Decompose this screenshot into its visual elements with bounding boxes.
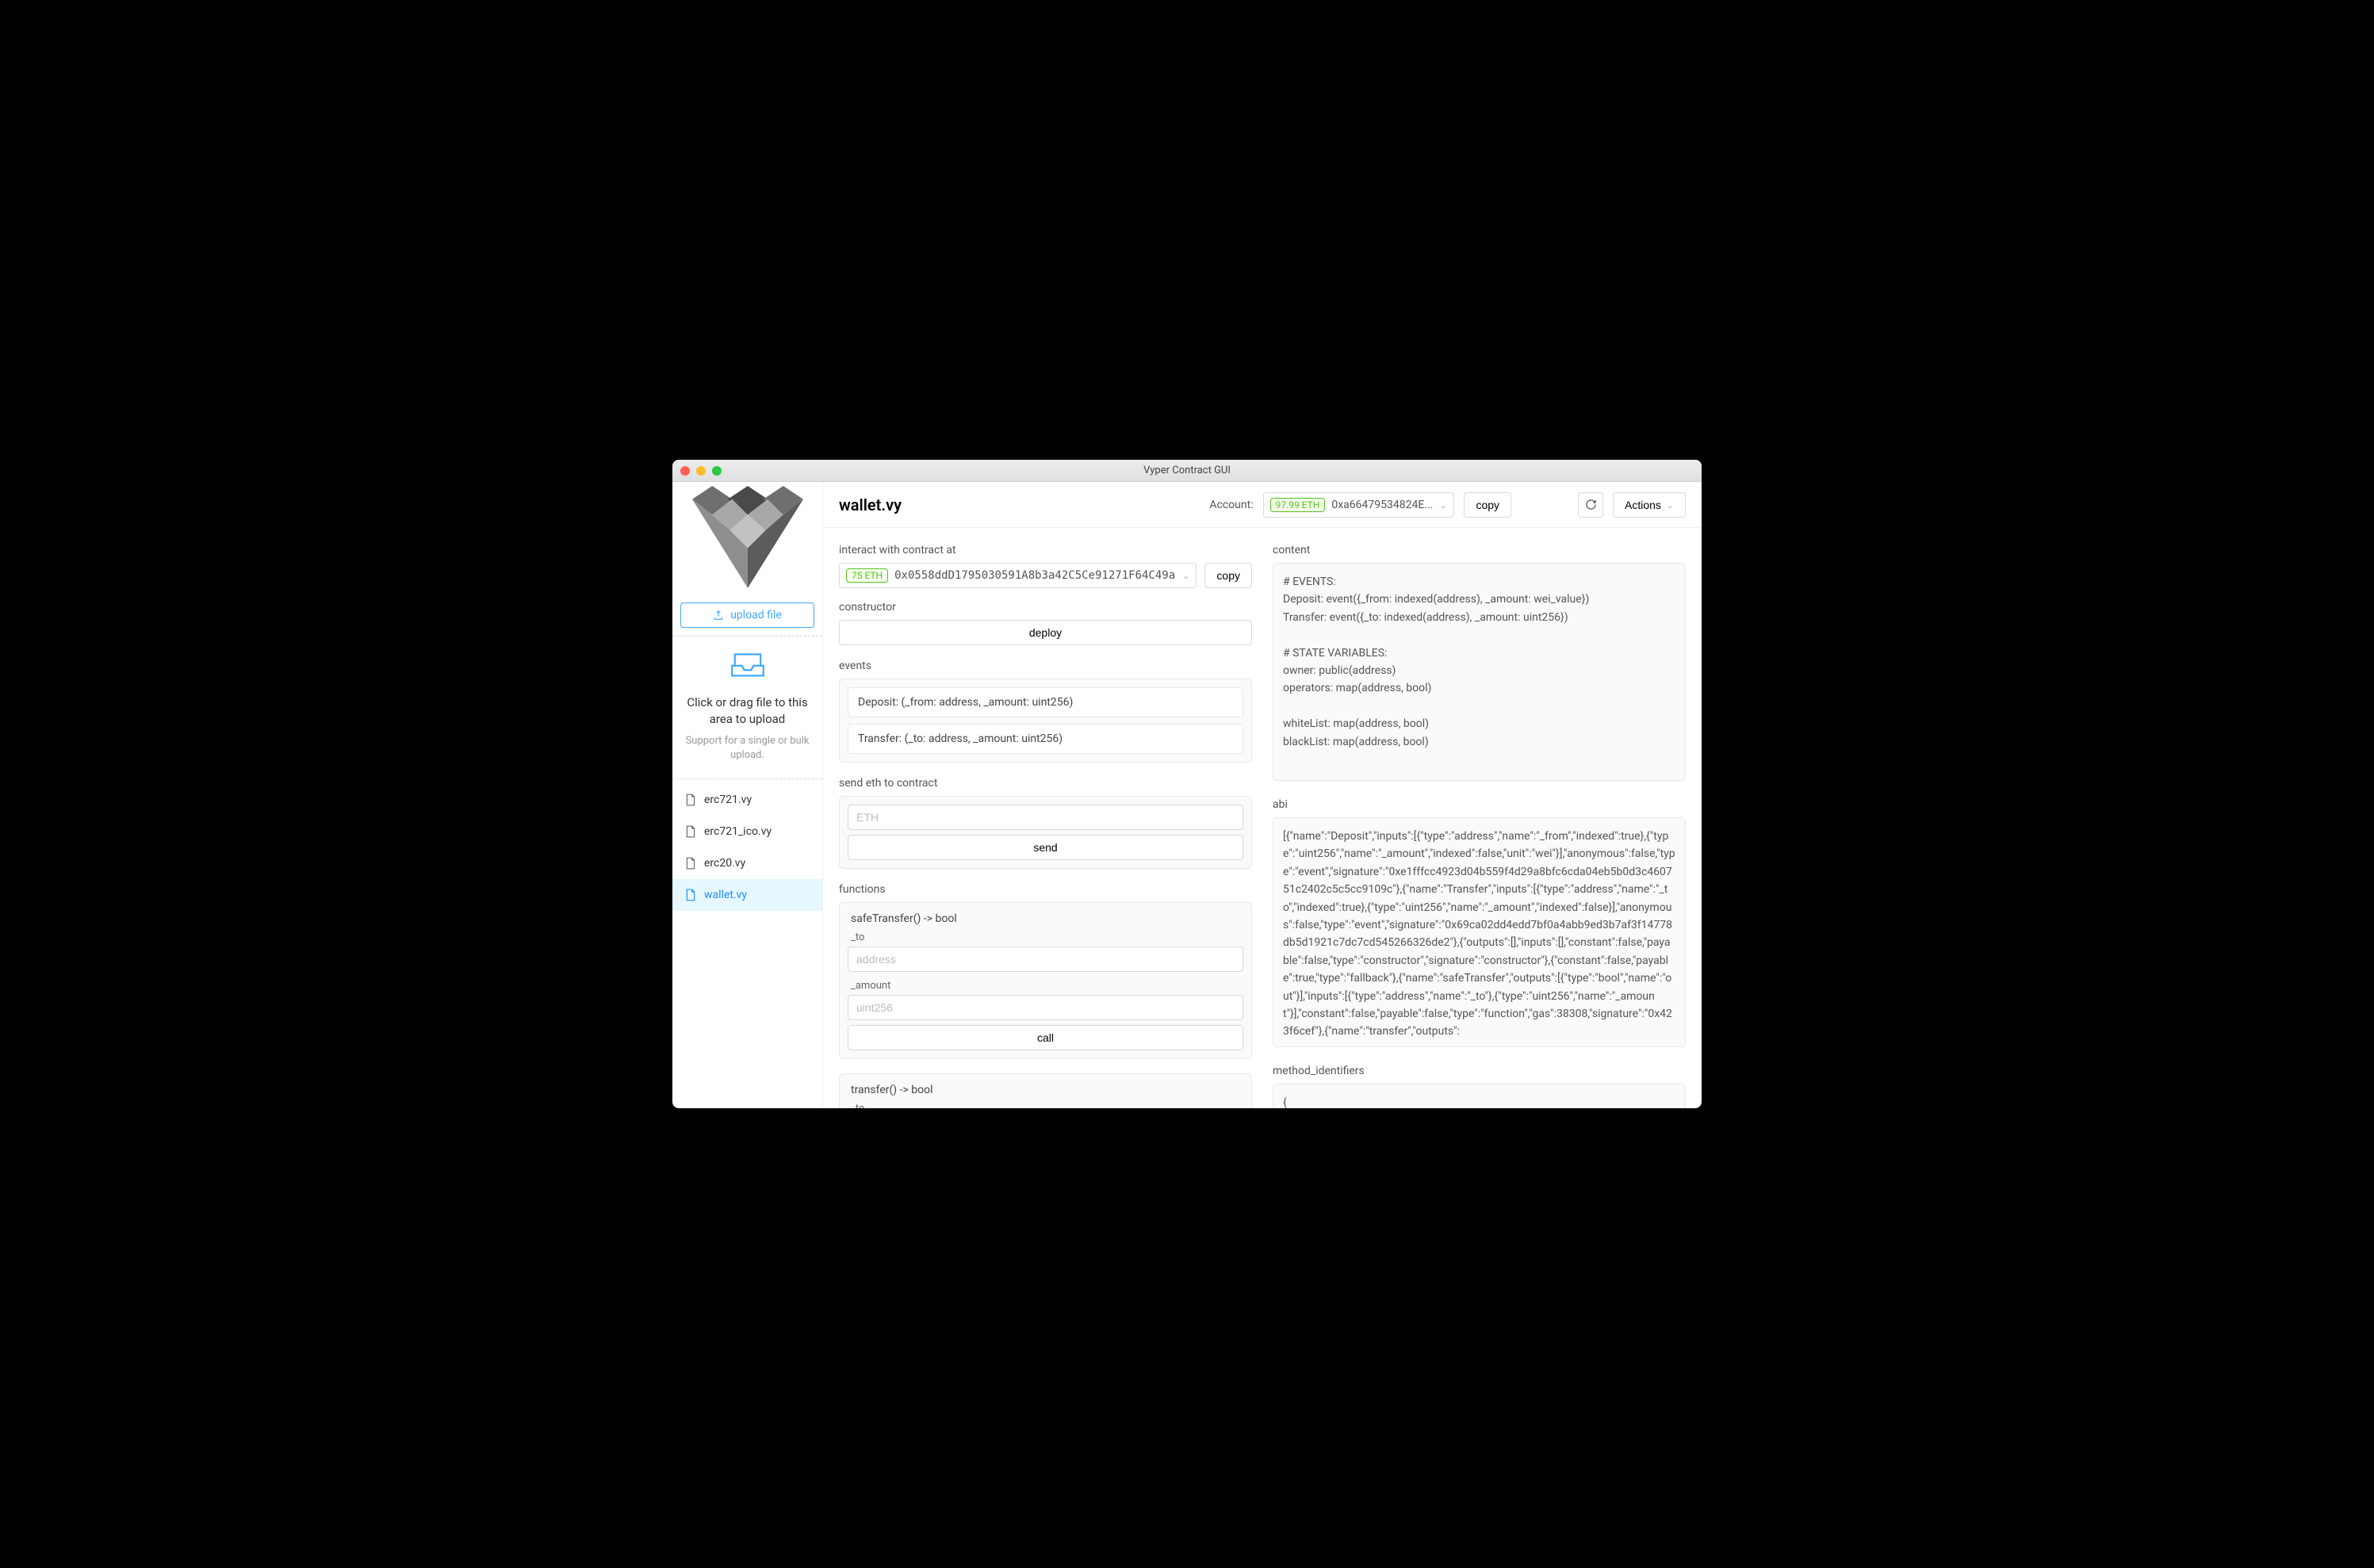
function-card-0: safeTransfer() -> bool _to _amountcall <box>839 902 1252 1059</box>
param-label: _to <box>851 931 1240 943</box>
call-button[interactable]: call <box>848 1025 1243 1050</box>
method-identifiers-label: method_identifiers <box>1273 1065 1686 1077</box>
refresh-button[interactable] <box>1578 492 1603 518</box>
file-name: erc721_ico.vy <box>704 825 772 838</box>
header: wallet.vy Account: 97.99 ETH 0xa66479534… <box>823 482 1702 528</box>
content-textarea[interactable] <box>1273 563 1686 781</box>
param-input-_to[interactable] <box>848 947 1243 972</box>
app-window: Vyper Contract GUI <box>672 460 1702 1108</box>
left-column: interact with contract at 75 ETH 0x0558d… <box>839 544 1252 1092</box>
events-card: Deposit: (_from: address, _amount: uint2… <box>839 679 1252 763</box>
file-icon <box>685 857 696 870</box>
event-row: Transfer: (_to: address, _amount: uint25… <box>848 724 1243 754</box>
contract-address: 0x0558ddD1795030591A8b3a42C5Ce91271F64C4… <box>894 569 1175 582</box>
upload-drop-area[interactable]: Click or drag file to this area to uploa… <box>672 636 822 779</box>
sidebar: upload file Click or drag file to this a… <box>672 482 823 1108</box>
file-name: erc721.vy <box>704 794 752 806</box>
file-icon <box>685 794 696 806</box>
right-column: content abi method_identifiers <box>1273 544 1686 1092</box>
account-eth-badge: 97.99 ETH <box>1270 498 1326 512</box>
file-name: erc20.vy <box>704 857 745 870</box>
account-select[interactable]: 97.99 ETH 0xa66479534824E... ⌄ <box>1263 492 1455 518</box>
file-icon <box>685 889 696 901</box>
abi-label: abi <box>1273 798 1686 811</box>
inbox-icon <box>680 649 814 686</box>
send-eth-input[interactable] <box>848 805 1243 830</box>
upload-icon <box>713 610 724 621</box>
content-label: content <box>1273 544 1686 556</box>
file-name: wallet.vy <box>704 889 747 901</box>
file-item-erc20-vy[interactable]: erc20.vy <box>672 847 822 879</box>
copy-account-button[interactable]: copy <box>1464 492 1511 518</box>
param-input-_amount[interactable] <box>848 995 1243 1020</box>
function-card-1: transfer() -> bool_to_amountcall <box>839 1073 1252 1108</box>
contract-select[interactable]: 75 ETH 0x0558ddD1795030591A8b3a42C5Ce912… <box>839 563 1197 588</box>
chevron-down-icon: ⌄ <box>1181 570 1189 581</box>
event-row: Deposit: (_from: address, _amount: uint2… <box>848 687 1243 717</box>
file-list: erc721.vy erc721_ico.vy erc20.vy wallet.vy <box>672 779 822 911</box>
actions-button[interactable]: Actions ⌄ <box>1613 492 1686 518</box>
drop-title: Click or drag file to this area to uploa… <box>680 694 814 728</box>
function-signature: safeTransfer() -> bool <box>848 911 1243 927</box>
functions-label: functions <box>839 883 1252 896</box>
send-eth-card: send <box>839 796 1252 869</box>
file-item-erc721_ico-vy[interactable]: erc721_ico.vy <box>672 816 822 847</box>
account-label: Account: <box>1209 499 1253 511</box>
function-signature: transfer() -> bool <box>848 1082 1243 1098</box>
account-address: 0xa66479534824E... <box>1331 499 1433 511</box>
window-title: Vyper Contract GUI <box>672 465 1702 476</box>
chevron-down-icon: ⌄ <box>1439 499 1447 511</box>
app-logo <box>672 482 822 601</box>
upload-label: upload file <box>730 609 782 621</box>
contract-eth-badge: 75 ETH <box>846 568 888 583</box>
page-title: wallet.vy <box>839 495 1200 514</box>
file-icon <box>685 825 696 838</box>
chevron-down-icon: ⌄ <box>1666 499 1674 511</box>
interact-label: interact with contract at <box>839 544 1252 556</box>
abi-textarea[interactable] <box>1273 817 1686 1047</box>
main-panel: wallet.vy Account: 97.99 ETH 0xa66479534… <box>823 482 1702 1108</box>
send-eth-label: send eth to contract <box>839 777 1252 790</box>
send-eth-button[interactable]: send <box>848 835 1243 860</box>
titlebar: Vyper Contract GUI <box>672 460 1702 482</box>
copy-contract-button[interactable]: copy <box>1204 563 1252 588</box>
file-item-wallet-vy[interactable]: wallet.vy <box>672 879 822 911</box>
param-label: _amount <box>851 980 1240 992</box>
refresh-icon <box>1585 499 1597 511</box>
deploy-button[interactable]: deploy <box>839 620 1252 645</box>
param-label: _to <box>851 1103 1240 1108</box>
file-item-erc721-vy[interactable]: erc721.vy <box>672 784 822 816</box>
drop-subtitle: Support for a single or bulk upload. <box>680 734 814 763</box>
method-identifiers-textarea[interactable] <box>1273 1084 1686 1108</box>
events-label: events <box>839 660 1252 672</box>
constructor-label: constructor <box>839 601 1252 614</box>
upload-file-button[interactable]: upload file <box>680 602 814 628</box>
